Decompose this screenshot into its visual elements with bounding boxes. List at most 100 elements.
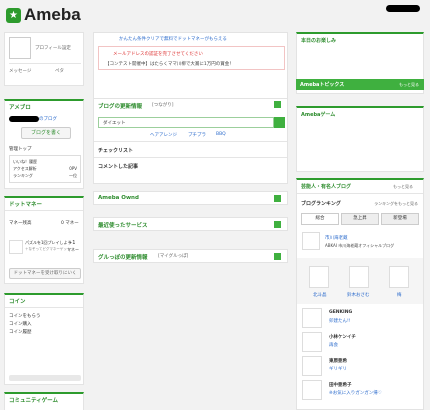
- community-title: コミュニティゲーム: [9, 398, 59, 404]
- blog-updates-toggle[interactable]: [274, 101, 281, 108]
- write-blog-button[interactable]: ブログを書く: [21, 127, 71, 139]
- celebs-more-link[interactable]: もっと見る: [393, 184, 413, 190]
- promo-unit: マネー: [67, 247, 79, 252]
- recent-services-toggle[interactable]: [274, 221, 281, 228]
- list-item-title[interactable]: 再会: [329, 342, 338, 348]
- hashtag-link[interactable]: BBQ: [216, 132, 226, 137]
- blog-updates-title: ブログの更新情報: [98, 104, 143, 110]
- gurupo-tag: [マイグルっぽ]: [158, 254, 189, 259]
- logo-icon: ★: [6, 7, 21, 23]
- list-item-title[interactable]: ギリギリ: [329, 366, 347, 372]
- recent-services-card: 最近使ったサービス: [93, 217, 288, 231]
- hashtag-search-button[interactable]: [274, 117, 285, 128]
- avatar-name[interactable]: 北斗晶: [313, 292, 327, 298]
- list-item-name[interactable]: 東原亜希: [329, 358, 347, 364]
- gurupo-toggle[interactable]: [274, 253, 281, 260]
- topics-header[interactable]: Amebaトピックス もっと見る: [296, 79, 424, 90]
- ameblo-title: アメブロ: [9, 105, 31, 111]
- list-item-title[interactable]: ※お気に入りガンガン帰♡: [329, 390, 382, 396]
- blog-name-redacted[interactable]: [9, 116, 39, 122]
- ranking-tabs: 総合 急上昇 新登場: [301, 213, 419, 225]
- promo-subtext: ＋なぞってピグマネーゲット: [25, 247, 71, 251]
- tab-new[interactable]: 新登場: [381, 213, 419, 225]
- avatar[interactable]: [309, 266, 329, 288]
- hashtag-link[interactable]: ヘアアレンジ: [150, 132, 177, 138]
- ranking-avatars: 北斗晶 鈴木おさむ 梅: [297, 258, 423, 304]
- message-link[interactable]: メッセージ: [9, 68, 31, 74]
- logo-text: Ameba: [24, 5, 81, 24]
- contest-notice[interactable]: 【コンテスト開催中】はたらくママ川柳で大賞に1万円の賞金！: [105, 61, 234, 67]
- top-blog-name[interactable]: 市川海老蔵: [325, 235, 348, 241]
- dotmoney-title: ドットマネー: [9, 202, 43, 208]
- stat-label[interactable]: アクセス解析: [13, 166, 37, 172]
- pe-link[interactable]: ペタ: [55, 68, 64, 74]
- topics-more-link[interactable]: もっと見る: [399, 82, 419, 88]
- promo-text[interactable]: パズルを1回プレイしよう: [25, 240, 72, 246]
- gurupo-card: グルっぽの更新情報 [マイグルっぽ]: [93, 249, 288, 263]
- celebs-card: 芸能人・有名人ブログ もっと見る ブログランキング ランキングをもっと見る 総合…: [296, 178, 424, 410]
- account-name-redacted[interactable]: [386, 5, 420, 12]
- alert-box: メールアドレスの認証を完了させてください 【コンテスト開催中】はたらくママ川柳で…: [98, 46, 285, 70]
- profile-card: プロフィール設定 メッセージ ペタ: [4, 32, 84, 86]
- topics-title: Amebaトピックス: [300, 82, 345, 88]
- list-item-thumbnail[interactable]: [302, 332, 322, 352]
- coin-title: コイン: [9, 299, 26, 305]
- hashtag-search-input[interactable]: ダイエット: [98, 117, 274, 128]
- list-item-thumbnail[interactable]: [302, 356, 322, 376]
- checklist-tab[interactable]: チェックリスト: [98, 147, 133, 154]
- logo[interactable]: ★ Ameba: [6, 4, 81, 26]
- gurupo-title[interactable]: グルっぽの更新情報: [98, 253, 148, 261]
- manage-top-link[interactable]: 管理トップ: [9, 146, 32, 152]
- list-item-thumbnail[interactable]: [302, 380, 322, 400]
- hashtag-link[interactable]: プチプラ: [188, 132, 206, 138]
- game-card: Amebaゲーム: [296, 106, 424, 172]
- ameblo-card: アメブロ のブログ ブログを書く 管理トップ いいね！履歴 アクセス解析 0PV…: [4, 99, 84, 189]
- coin-bar: [9, 375, 81, 381]
- coin-history-link[interactable]: コイン履歴: [9, 329, 32, 335]
- game-title: Amebaゲーム: [301, 112, 336, 118]
- avatar-name[interactable]: 鈴木おさむ: [347, 292, 370, 298]
- stat-label[interactable]: いいね！履歴: [13, 159, 37, 165]
- recent-services-title[interactable]: 最近使ったサービス: [98, 221, 148, 229]
- avatar[interactable]: [389, 266, 409, 288]
- tab-rising[interactable]: 急上昇: [341, 213, 379, 225]
- coin-buy-link[interactable]: コイン購入: [9, 321, 32, 327]
- blog-updates-tag: [つながり]: [152, 103, 174, 108]
- list-item-name[interactable]: GENKING: [329, 310, 352, 315]
- avatar[interactable]: [9, 37, 31, 59]
- avatar-name[interactable]: 梅: [397, 292, 402, 298]
- blog-updates-card: ブログの更新情報 [つながり] ダイエット ヘアアレンジ プチプラ BBQ チェ…: [93, 98, 288, 184]
- money-banner[interactable]: かんたん条件クリアで無料でドットマネーがもらえる: [119, 36, 227, 42]
- money-balance-label: マネー残高: [9, 221, 32, 226]
- tab-overall[interactable]: 総合: [301, 213, 339, 225]
- receive-money-button[interactable]: ドットマネーを受け取りにいく: [9, 268, 81, 279]
- money-balance-value: 0 マネー: [61, 221, 79, 226]
- list-item-thumbnail[interactable]: [302, 308, 322, 328]
- coin-card: コイン コインをもらう コイン購入 コイン履歴: [4, 293, 84, 385]
- list-item-name[interactable]: 田中亜希子: [329, 382, 352, 388]
- celebs-title: 芸能人・有名人ブログ: [301, 184, 352, 190]
- list-item-name[interactable]: 小林ケンイチ: [329, 334, 356, 340]
- profile-settings-link[interactable]: プロフィール設定: [35, 45, 71, 51]
- ameba-ownd-card: Ameba Ownd: [93, 191, 288, 205]
- stat-label[interactable]: ランキング: [13, 173, 33, 179]
- commented-articles-tab[interactable]: コメントした記事: [98, 163, 138, 170]
- dotmoney-card: ドットマネー マネー残高 0 マネー パズルを1回プレイしよう ＋なぞってピグマ…: [4, 196, 84, 284]
- email-alert-title[interactable]: メールアドレスの認証を完了させてください: [113, 51, 203, 57]
- avatar[interactable]: [349, 266, 369, 288]
- stat-value: 一位: [69, 173, 77, 178]
- ameba-ownd-title[interactable]: Ameba Ownd: [98, 195, 139, 201]
- promo-reward: +1: [68, 240, 76, 246]
- top-blog-thumbnail[interactable]: [302, 232, 320, 250]
- stats-box: いいね！履歴 アクセス解析 0PV ランキング 一位: [9, 155, 81, 183]
- stat-value: 0PV: [69, 166, 77, 171]
- community-card: コミュニティゲーム: [4, 392, 84, 410]
- list-item-title[interactable]: 卯建たん!!: [329, 318, 351, 324]
- puzzle-thumbnail[interactable]: [9, 240, 23, 254]
- ranking-more-link[interactable]: ランキングをもっと見る: [374, 201, 418, 207]
- ranking-title: ブログランキング: [301, 201, 341, 207]
- top-blog-desc[interactable]: ABKAI 市川海老蔵オフィシャルブログ: [325, 243, 394, 249]
- my-blog-link[interactable]: のブログ: [39, 116, 57, 122]
- coin-get-link[interactable]: コインをもらう: [9, 313, 41, 319]
- ameba-ownd-toggle[interactable]: [274, 195, 281, 202]
